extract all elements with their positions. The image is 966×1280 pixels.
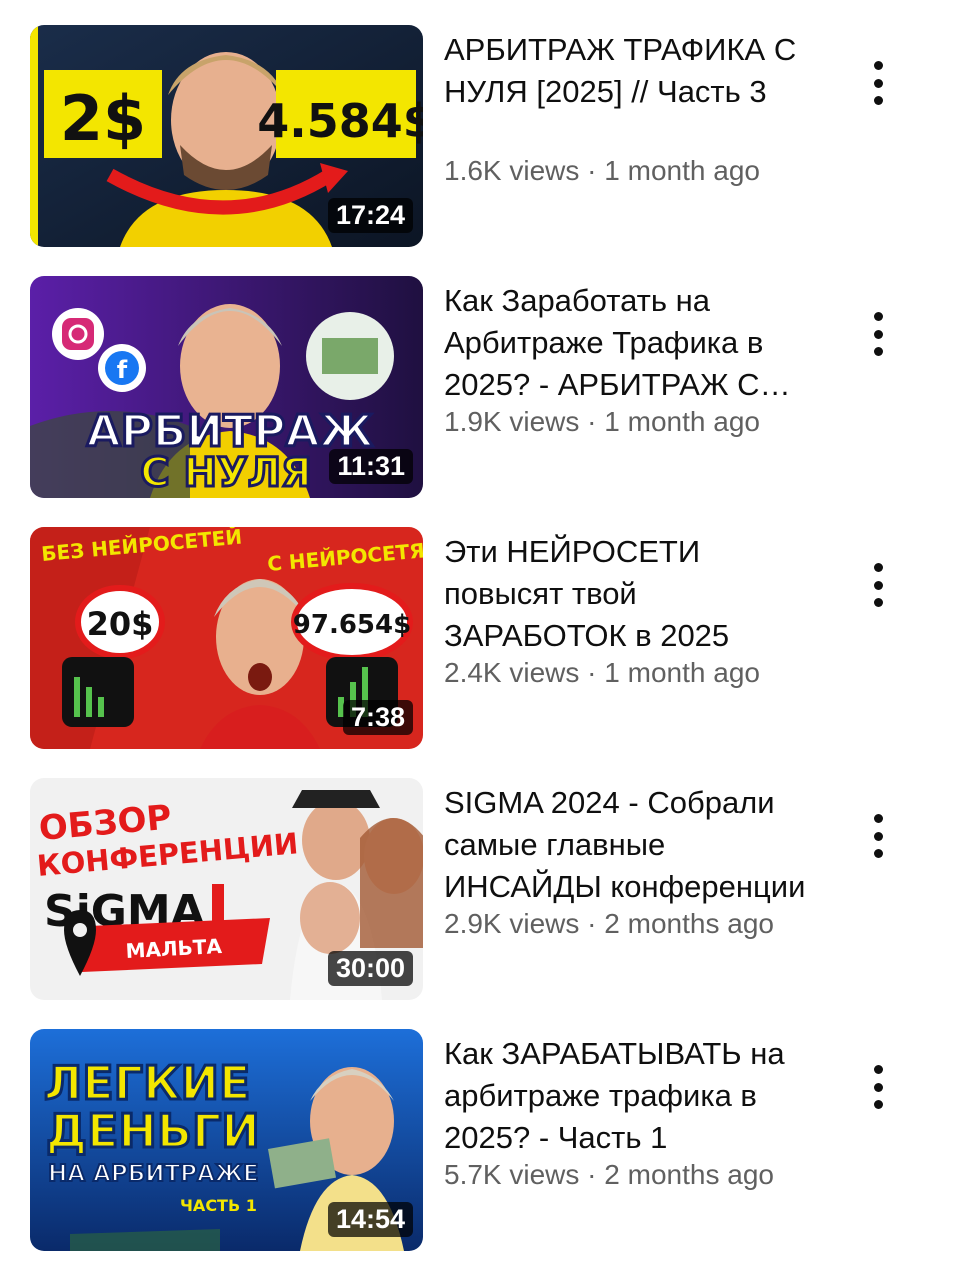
- video-age: 2 months ago: [604, 1159, 774, 1190]
- video-views: 1.6K views: [444, 155, 580, 186]
- video-title[interactable]: SIGMA 2024 - Собрали самые главные ИНСАЙ…: [444, 782, 824, 908]
- video-views: 5.7K views: [444, 1159, 580, 1190]
- video-meta: 2.4K views · 1 month ago: [444, 657, 844, 689]
- thumb-location: МАЛЬТА: [125, 934, 223, 963]
- video-thumbnail[interactable]: ЛЕГКИЕ ДЕНЬГИ НА АРБИТРАЖЕ ЧАСТЬ 1 14:54: [30, 1029, 423, 1251]
- thumb-line4: ЧАСТЬ 1: [180, 1196, 257, 1215]
- video-age: 1 month ago: [604, 657, 760, 688]
- more-options-icon[interactable]: [858, 808, 898, 864]
- thumb-line2: ДЕНЬГИ: [46, 1104, 260, 1158]
- meta-separator: ·: [579, 155, 605, 186]
- video-meta: 1.9K views · 1 month ago: [444, 406, 844, 438]
- meta-separator: ·: [579, 908, 605, 939]
- meta-separator: ·: [579, 1159, 605, 1190]
- video-meta: 2.9K views · 2 months ago: [444, 908, 844, 940]
- video-age: 1 month ago: [604, 155, 760, 186]
- video-title[interactable]: Как Заработать на Арбитраже Трафика в 20…: [444, 280, 824, 406]
- more-options-icon[interactable]: [858, 306, 898, 362]
- video-age: 1 month ago: [604, 406, 760, 437]
- video-duration: 30:00: [327, 951, 413, 986]
- thumb-line3: НА АРБИТРАЖЕ: [48, 1161, 259, 1187]
- video-thumbnail[interactable]: f АРБИТРАЖ С НУЛЯ 11:31: [30, 276, 423, 498]
- video-thumbnail[interactable]: БЕЗ НЕЙРОСЕТЕЙ С НЕЙРОСЕТЯМИ 20$ 97.654$…: [30, 527, 423, 749]
- thumb-right-amount: 4.584$: [257, 94, 423, 148]
- more-options-icon[interactable]: [858, 55, 898, 111]
- video-thumbnail[interactable]: ОБЗОР КОНФЕРЕНЦИИ SiGMA МАЛЬТА 30:00: [30, 778, 423, 1000]
- video-duration: 14:54: [327, 1202, 413, 1237]
- video-item[interactable]: ЛЕГКИЕ ДЕНЬГИ НА АРБИТРАЖЕ ЧАСТЬ 1 14:54…: [0, 1029, 966, 1251]
- video-item[interactable]: 2$ 4.584$ 17:24 АРБИТРАЖ ТРАФИКА С НУЛЯ …: [0, 25, 966, 247]
- more-options-icon[interactable]: [858, 1059, 898, 1115]
- video-meta: 5.7K views · 2 months ago: [444, 1159, 844, 1191]
- video-item[interactable]: f АРБИТРАЖ С НУЛЯ 11:31 Как Заработать н…: [0, 276, 966, 498]
- thumb-right-amount: 97.654$: [293, 610, 411, 640]
- video-views: 2.9K views: [444, 908, 580, 939]
- video-thumbnail[interactable]: 2$ 4.584$ 17:24: [30, 25, 423, 247]
- video-title[interactable]: Как ЗАРАБАТЫВАТЬ на арбитраже трафика в …: [444, 1033, 824, 1159]
- thumb-line1: ЛЕГКИЕ: [44, 1056, 250, 1110]
- more-options-icon[interactable]: [858, 557, 898, 613]
- thumb-line2: С НУЛЯ: [140, 450, 312, 496]
- video-meta: 1.6K views · 1 month ago: [444, 155, 844, 187]
- video-duration: 17:24: [327, 198, 413, 233]
- meta-separator: ·: [579, 406, 605, 437]
- video-views: 1.9K views: [444, 406, 580, 437]
- video-duration: 11:31: [329, 449, 413, 484]
- video-age: 2 months ago: [604, 908, 774, 939]
- video-duration: 7:38: [342, 700, 413, 735]
- video-item[interactable]: ОБЗОР КОНФЕРЕНЦИИ SiGMA МАЛЬТА 30:00 SIG…: [0, 778, 966, 1000]
- video-views: 2.4K views: [444, 657, 580, 688]
- video-title[interactable]: АРБИТРАЖ ТРАФИКА С НУЛЯ [2025] // Часть …: [444, 29, 824, 113]
- meta-separator: ·: [579, 657, 605, 688]
- video-item[interactable]: БЕЗ НЕЙРОСЕТЕЙ С НЕЙРОСЕТЯМИ 20$ 97.654$…: [0, 527, 966, 749]
- svg-text:f: f: [117, 356, 128, 384]
- thumb-left-amount: 2$: [60, 82, 146, 155]
- thumb-left-amount: 20$: [87, 605, 154, 643]
- video-title[interactable]: Эти НЕЙРОСЕТИ повысят твой ЗАРАБОТОК в 2…: [444, 531, 824, 657]
